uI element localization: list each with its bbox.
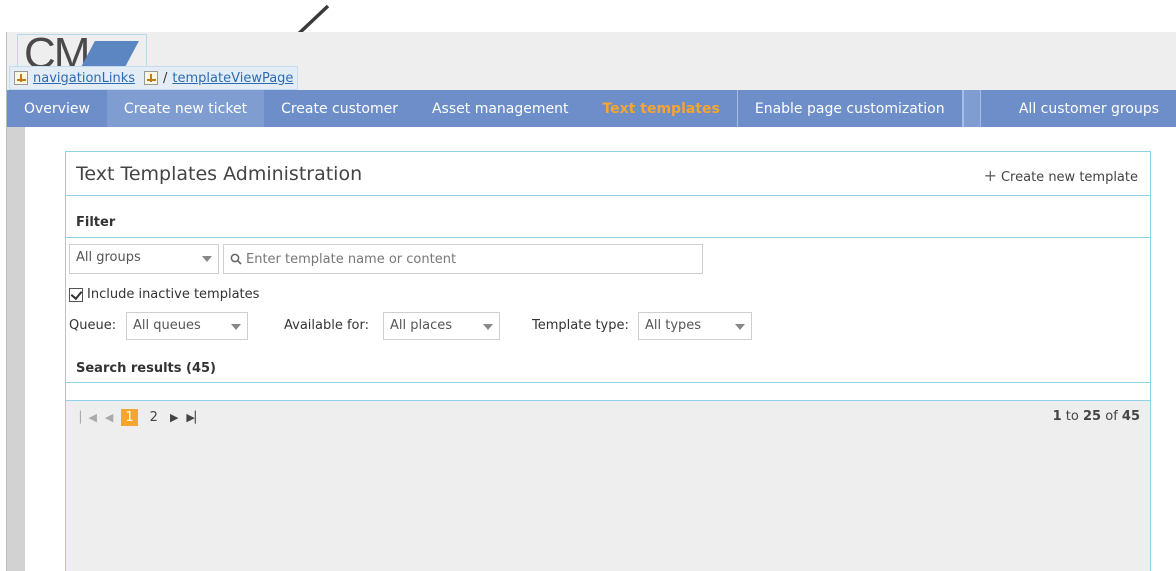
- first-page-icon[interactable]: ▏◀: [80, 411, 97, 424]
- filter-heading: Filter: [76, 215, 116, 230]
- templates-panel: Text Templates Administration + Create ne…: [65, 151, 1151, 571]
- app-window: CM navigationLinks / templateViewPage Ov…: [6, 32, 1176, 571]
- nav-item-create-customer[interactable]: Create customer: [264, 90, 415, 127]
- template-type-select[interactable]: All types: [638, 312, 752, 340]
- breadcrumb-link-navigationlinks[interactable]: navigationLinks: [33, 71, 135, 86]
- range-from: 1: [1052, 409, 1062, 424]
- page-1-button[interactable]: 1: [121, 409, 138, 426]
- search-input[interactable]: [246, 251, 702, 267]
- available-for-select-value: All places: [390, 318, 452, 333]
- nav-item-enable-page-customization[interactable]: Enable page customization: [736, 90, 963, 127]
- breadcrumb-separator: /: [163, 70, 168, 86]
- available-for-label: Available for:: [284, 318, 370, 333]
- breadcrumb: navigationLinks / templateViewPage: [9, 66, 299, 90]
- queue-select-value: All queues: [133, 318, 201, 333]
- chevron-down-icon: [202, 256, 212, 262]
- previous-page-icon[interactable]: ◀: [105, 411, 113, 424]
- queue-label: Queue:: [69, 318, 117, 333]
- main-nav: Overview Create new ticket Create custom…: [7, 90, 1176, 127]
- page-2-button[interactable]: 2: [146, 409, 162, 426]
- divider: [66, 382, 1150, 383]
- range-to: 25: [1083, 409, 1102, 424]
- create-template-button[interactable]: + Create new template: [984, 166, 1138, 185]
- search-icon: [230, 253, 242, 265]
- group-select[interactable]: All groups: [69, 244, 219, 274]
- range-of-word: of: [1105, 409, 1118, 424]
- search-results-heading: Search results (45): [76, 361, 216, 376]
- plus-icon: +: [983, 166, 997, 185]
- include-inactive-row: Include inactive templates: [69, 287, 259, 302]
- template-type-select-value: All types: [645, 318, 702, 333]
- divider: [66, 237, 1150, 238]
- breadcrumb-link-templateviewpage[interactable]: templateViewPage: [172, 71, 293, 86]
- last-page-icon[interactable]: ▶▏: [186, 411, 203, 424]
- range-total: 45: [1121, 409, 1140, 424]
- panel-header: Text Templates Administration + Create ne…: [66, 152, 1150, 196]
- hierarchy-icon: [14, 71, 28, 85]
- chevron-down-icon: [231, 324, 241, 330]
- include-inactive-label: Include inactive templates: [87, 287, 260, 302]
- chevron-down-icon: [483, 324, 493, 330]
- chevron-down-icon: [735, 324, 745, 330]
- nav-item-overview[interactable]: Overview: [7, 90, 107, 127]
- pagination: ▏◀ ◀ 1 2 ▶ ▶▏: [80, 409, 203, 426]
- nav-item-create-new-ticket[interactable]: Create new ticket: [106, 90, 265, 127]
- nav-divider: [962, 90, 981, 127]
- main-content: Text Templates Administration + Create ne…: [25, 127, 1176, 571]
- results-area: ▏◀ ◀ 1 2 ▶ ▶▏ 1 to 25 of 45: [66, 401, 1150, 571]
- search-field[interactable]: [223, 244, 703, 274]
- queue-select[interactable]: All queues: [126, 312, 248, 340]
- hierarchy-icon: [144, 71, 159, 85]
- nav-item-text-templates[interactable]: Text templates: [585, 90, 736, 127]
- include-inactive-checkbox[interactable]: [69, 287, 83, 302]
- group-select-value: All groups: [76, 250, 141, 265]
- page-title: Text Templates Administration: [76, 163, 363, 185]
- template-type-label: Template type:: [532, 318, 629, 333]
- left-gutter: [7, 127, 25, 571]
- next-page-icon[interactable]: ▶: [170, 411, 178, 424]
- nav-item-asset-management[interactable]: Asset management: [415, 90, 586, 127]
- logo-shape-icon: [81, 41, 139, 67]
- header: CM navigationLinks / templateViewPage: [7, 32, 1176, 92]
- pagination-range: 1 to 25 of 45: [1053, 409, 1140, 424]
- customer-group-selector[interactable]: All customer groups: [1002, 90, 1176, 127]
- create-template-label: Create new template: [1000, 170, 1138, 185]
- available-for-select[interactable]: All places: [383, 312, 500, 340]
- range-to-word: to: [1065, 409, 1079, 424]
